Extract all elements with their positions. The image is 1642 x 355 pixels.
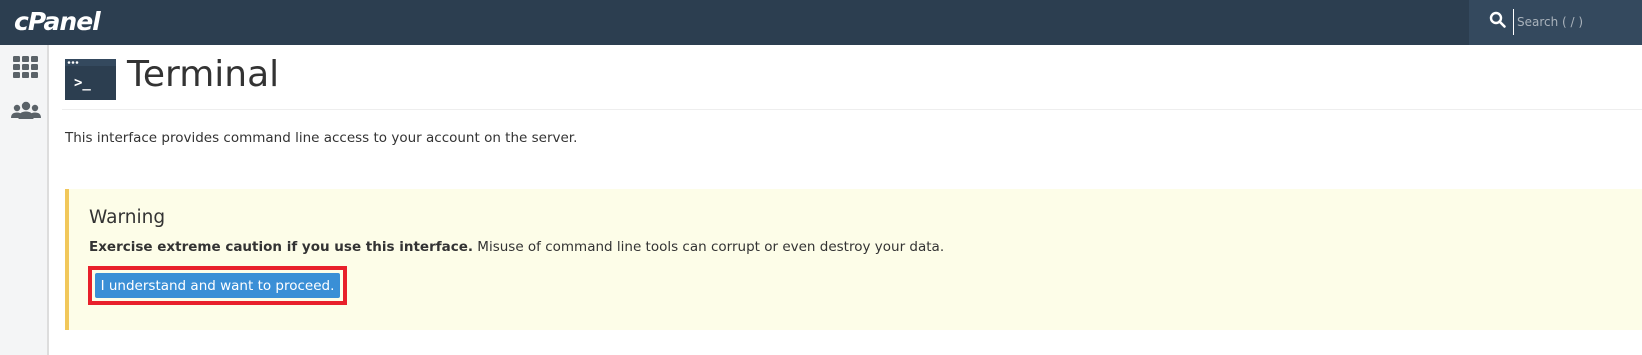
warning-title: Warning	[89, 207, 166, 228]
warning-callout: Warning Exercise extreme caution if you …	[65, 189, 1642, 330]
search-icon	[1489, 11, 1506, 28]
svg-text:>_: >_	[74, 75, 91, 91]
grid-icon	[13, 56, 38, 78]
warning-detail: Misuse of command line tools can corrupt…	[473, 239, 945, 255]
left-sidebar	[0, 45, 49, 355]
search-box	[1469, 0, 1642, 45]
warning-emphasis: Exercise extreme caution if you use this…	[89, 239, 473, 255]
search-input[interactable]	[1513, 9, 1639, 35]
warning-message: Exercise extreme caution if you use this…	[89, 239, 944, 255]
proceed-button-highlight: I understand and want to proceed.	[88, 266, 347, 305]
sidebar-item-tools[interactable]	[10, 53, 42, 85]
users-icon	[11, 101, 41, 119]
page-description: This interface provides command line acc…	[65, 130, 578, 146]
proceed-button[interactable]: I understand and want to proceed.	[95, 273, 340, 298]
title-divider	[62, 109, 1642, 110]
terminal-icon: >_	[65, 59, 116, 100]
cpanel-logo[interactable]: cPanel	[14, 7, 101, 36]
sidebar-item-users[interactable]	[10, 97, 42, 129]
top-navigation-bar: cPanel	[0, 0, 1642, 45]
page-title: Terminal	[127, 54, 280, 95]
